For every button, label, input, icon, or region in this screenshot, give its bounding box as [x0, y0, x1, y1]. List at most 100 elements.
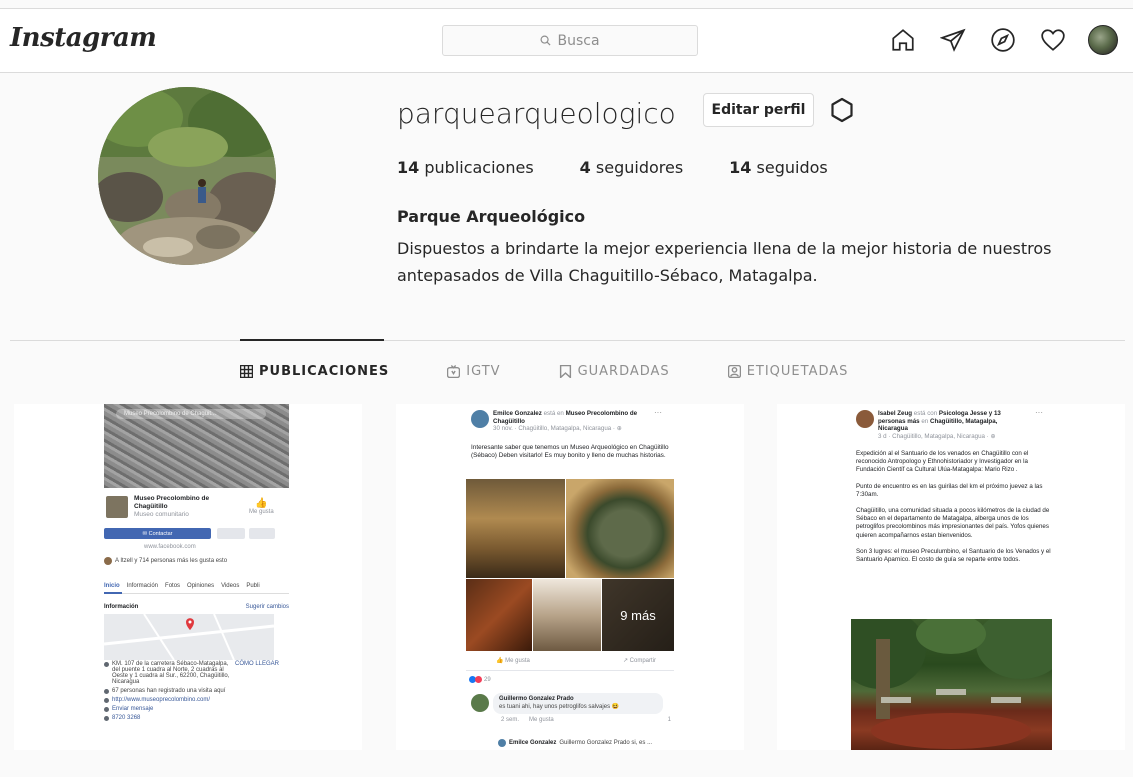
- post-paragraph: Punto de encuentro es en las guirilas de…: [856, 482, 1043, 498]
- globe-icon: ⊕: [990, 432, 996, 440]
- posts-label: publicaciones: [424, 158, 534, 177]
- tab-publicaciones[interactable]: PUBLICACIONES: [240, 364, 389, 379]
- direct-icon[interactable]: [938, 25, 968, 55]
- followers-count: 4: [579, 158, 591, 177]
- post-header-text: Isabel Zeug está con Psicologa Jesse y 1…: [878, 410, 1028, 440]
- post-body: Expedición al el Santuario de los venado…: [856, 450, 1056, 572]
- contact-label: Contactar: [148, 530, 173, 537]
- page-details: KM. 107 de la carretera Sébaco-Matagalpa…: [104, 661, 289, 724]
- share-icon: ↗: [622, 658, 628, 664]
- page-like-label: Me gusta: [249, 509, 274, 515]
- posts-stat: 14 publicaciones: [397, 158, 534, 177]
- love-reaction-icon: [475, 676, 482, 683]
- fb-search-bar: Museo Precolombino de Chagüit...: [116, 409, 266, 419]
- following-count: 14: [729, 158, 752, 177]
- send-message-text: Enviar mensaje: [112, 706, 154, 712]
- comment-meta: 2 sem. Me gusta 1: [501, 717, 671, 723]
- more-button: [249, 528, 275, 539]
- tagged-icon: [727, 365, 741, 378]
- home-icon[interactable]: [888, 25, 918, 55]
- tab-etiquetadas[interactable]: ETIQUETADAS: [727, 364, 849, 379]
- page-name: Museo Precolombino de Chagüitillo: [134, 495, 210, 510]
- laughing-emoji-icon: 😆: [611, 703, 620, 710]
- activity-heart-icon[interactable]: [1038, 25, 1068, 55]
- post-paragraph: Son 3 lugres: el museo Preculumbino, el …: [856, 547, 1051, 564]
- active-tab-indicator: [240, 339, 384, 341]
- visits-text: 67 personas han registrado una visita aq…: [112, 688, 226, 694]
- reply-author: Emilce Gonzalez: [509, 740, 557, 746]
- fb-tab: Información: [126, 583, 159, 589]
- cover-photo: Museo Precolombino de Chagüit...: [104, 404, 289, 488]
- author-name: Emilce Gonzalez: [493, 410, 542, 417]
- reactions-row: 29: [469, 676, 491, 683]
- profile-username: parquearqueologico: [397, 97, 676, 130]
- address-row: KM. 107 de la carretera Sébaco-Matagalpa…: [104, 661, 289, 685]
- page-url: www.facebook.com: [144, 544, 196, 550]
- reactions-count: 29: [484, 676, 491, 683]
- fb-tabs-underline: [104, 592, 289, 594]
- is-at-text: está en: [543, 410, 564, 417]
- post-meta: 30 nov. · Chagüitillo, Matagalpa, Nicara…: [493, 425, 617, 432]
- explore-icon[interactable]: [988, 25, 1018, 55]
- suggest-edits: Sugerir cambios: [245, 604, 289, 610]
- photo: [566, 479, 674, 578]
- like-action: 👍 Me gusta: [496, 657, 530, 664]
- post-options-icon: ···: [1035, 408, 1043, 417]
- share-action: ↗ Compartir: [623, 657, 656, 664]
- post-thumbnail-2[interactable]: Emilce Gonzalez está en Museo Precolombi…: [396, 404, 744, 750]
- website-text: http://www.museoprecolombino.com/: [112, 697, 211, 703]
- profile-full-name: Parque Arqueológico: [397, 207, 586, 226]
- followers-stat[interactable]: 4 seguidores: [580, 158, 684, 177]
- facebook-page-screenshot: Museo Precolombino de Chagüit... Museo P…: [104, 404, 289, 750]
- post-meta: 3 d · Chagüitillo, Matagalpa, Nicaragua …: [878, 432, 991, 440]
- globe-icon: [104, 698, 109, 703]
- reply: Emilce Gonzalez Guillermo Gonzalez Prado…: [498, 739, 678, 747]
- tab-label: ETIQUETADAS: [746, 364, 849, 379]
- edit-profile-button[interactable]: Editar perfil: [703, 93, 814, 127]
- tabs-divider: [10, 340, 1125, 341]
- globe-icon: ⊕: [616, 425, 622, 432]
- post-thumbnail-3[interactable]: Isabel Zeug está con Psicologa Jesse y 1…: [777, 404, 1125, 750]
- settings-gear-icon[interactable]: [829, 97, 855, 123]
- search-input[interactable]: Busca: [442, 25, 698, 56]
- followers-label: seguidores: [595, 158, 684, 177]
- photo: [466, 479, 565, 578]
- comment-time: 2 sem.: [501, 717, 520, 723]
- checkin-icon: [104, 689, 109, 694]
- info-header: Información Sugerir cambios: [104, 604, 289, 610]
- phone-icon: [104, 716, 109, 721]
- commenter-avatar: [471, 694, 489, 712]
- fb-tab: Fotos: [165, 583, 181, 589]
- profile-avatar[interactable]: [1088, 25, 1118, 55]
- friend-avatar: [104, 557, 112, 565]
- post-thumbnail-1[interactable]: Museo Precolombino de Chagüit... Museo P…: [14, 404, 362, 750]
- like-label: Me gusta: [505, 658, 530, 664]
- photo: [466, 579, 532, 651]
- post-header-text: Emilce Gonzalez está en Museo Precolombi…: [493, 410, 663, 433]
- search-icon: [540, 35, 551, 46]
- location-pin-icon: [104, 662, 109, 667]
- location-map: [104, 614, 274, 660]
- tab-igtv[interactable]: IGTV: [447, 364, 500, 379]
- nav-icons: [888, 25, 1118, 55]
- more-photos-label: 9 más: [602, 579, 674, 651]
- author-name: Isabel Zeug: [878, 410, 913, 417]
- fb-tab: Publi: [246, 583, 260, 589]
- profile-picture[interactable]: [98, 87, 276, 265]
- following-label: seguidos: [756, 158, 828, 177]
- friends-text: A Itzell y 714 personas más les gusta es…: [115, 558, 228, 564]
- info-label: Información: [104, 604, 139, 610]
- tab-guardadas[interactable]: GUARDADAS: [559, 364, 670, 379]
- comment-like: Me gusta: [529, 717, 554, 723]
- share-label: Compartir: [629, 658, 656, 664]
- phone-row: 8720 3268: [104, 715, 289, 721]
- following-stat[interactable]: 14 seguidos: [729, 158, 828, 177]
- post-paragraph: Chagüitillo, una comunidad situada a poc…: [856, 507, 1050, 539]
- post-body: Interesante saber que tenemos un Museo A…: [471, 444, 669, 460]
- author-avatar: [856, 410, 874, 428]
- tab-label: PUBLICACIONES: [259, 364, 390, 379]
- instagram-logo[interactable]: Instagram: [10, 23, 157, 53]
- messenger-button: [217, 528, 245, 539]
- photo-collage: 9 más: [466, 479, 674, 651]
- address-text: KM. 107 de la carretera Sébaco-Matagalpa…: [112, 661, 230, 685]
